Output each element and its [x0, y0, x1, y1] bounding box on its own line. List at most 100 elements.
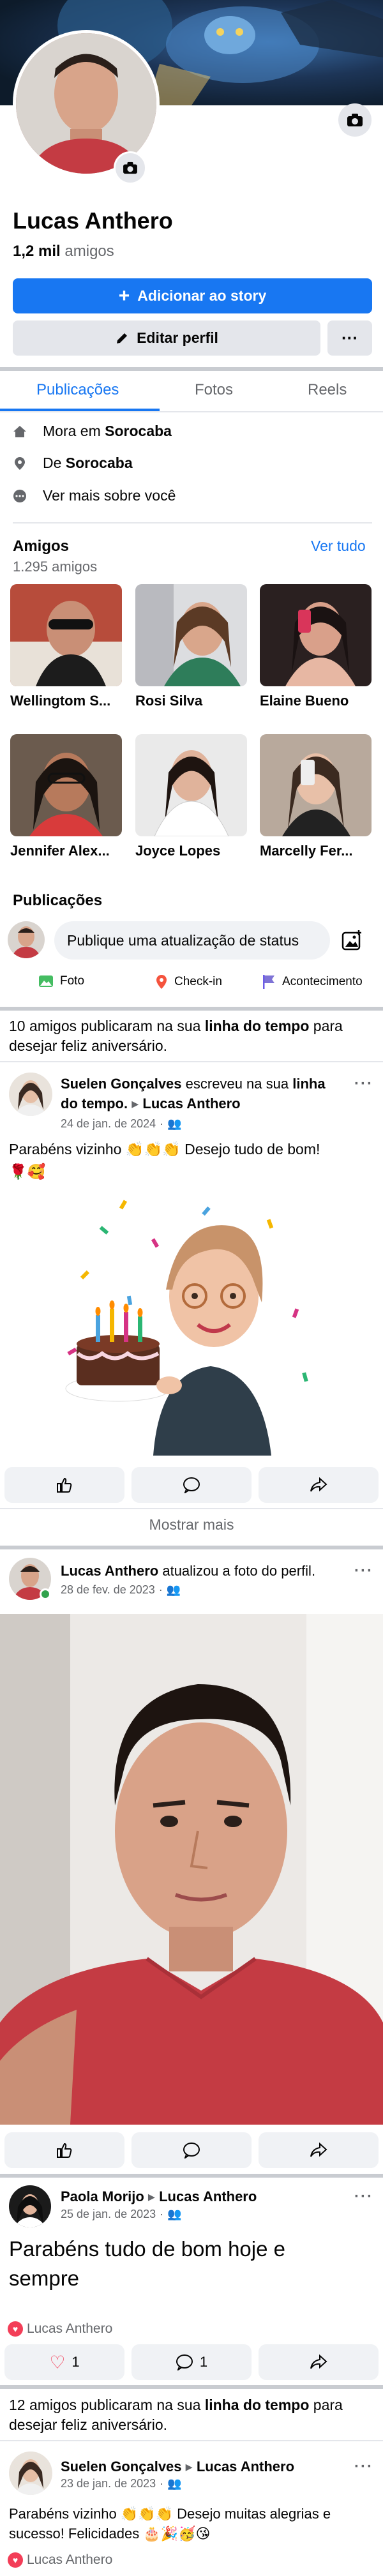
friends-count-label: amigos	[64, 243, 114, 260]
divider	[0, 2440, 383, 2441]
edit-profile-button[interactable]: Editar perfil	[13, 320, 320, 356]
posts-title: Publicações	[13, 892, 103, 909]
share-icon	[310, 2143, 327, 2157]
timeline-link[interactable]: linha do tempo	[205, 1018, 310, 1034]
post-header: Paola Morijo ▸ Lucas Anthero	[61, 2187, 342, 2206]
friend-name[interactable]: Elaine Bueno	[260, 693, 372, 709]
friends-count[interactable]: 1,2 mil amigos	[13, 243, 114, 260]
friend-photo[interactable]	[135, 584, 247, 686]
friend-name[interactable]: Rosi Silva	[135, 693, 247, 709]
friend-name[interactable]: Jennifer Alex...	[10, 843, 122, 859]
friend-photo[interactable]	[260, 734, 372, 836]
post-target[interactable]: Lucas Anthero	[142, 1096, 240, 1111]
friend-name[interactable]: Wellingtom S...	[10, 693, 122, 709]
divider	[0, 1007, 383, 1011]
author-avatar[interactable]	[9, 1073, 52, 1116]
reactions-summary[interactable]: ♥ Lucas Anthero	[8, 2552, 112, 2568]
friend-photo[interactable]	[135, 734, 247, 836]
share-button[interactable]	[259, 1467, 379, 1503]
post-author[interactable]: Paola Morijo	[61, 2188, 144, 2204]
photo-action[interactable]: Foto	[38, 974, 84, 988]
post-emojis: 🌹🥰	[9, 1163, 46, 1180]
post-options-icon[interactable]: ···	[354, 2458, 373, 2476]
see-more-about: Ver mais sobre você	[43, 487, 176, 504]
cover-camera-button[interactable]	[338, 103, 372, 137]
checkin-action-label: Check-in	[174, 975, 222, 988]
home-icon	[13, 425, 26, 437]
love-button[interactable]: ♡ 1	[4, 2344, 124, 2380]
post-date[interactable]: 23 de jan. de 2023	[61, 2477, 156, 2490]
share-button[interactable]	[259, 2132, 379, 2168]
plus-icon: +	[118, 285, 130, 306]
comment-button[interactable]	[131, 1467, 252, 1503]
post-date[interactable]: 25 de jan. de 2023	[61, 2208, 156, 2221]
like-button[interactable]	[4, 1467, 124, 1503]
more-options-button[interactable]: ···	[327, 320, 372, 356]
post-options-icon[interactable]: ···	[354, 1562, 373, 1580]
composer-avatar[interactable]	[8, 921, 45, 958]
arrow-icon: ▸	[147, 2188, 155, 2204]
post-options-icon[interactable]: ···	[354, 2188, 373, 2206]
add-story-button[interactable]: + Adicionar ao story	[13, 278, 372, 313]
friend-card[interactable]: Wellingtom S...	[10, 584, 122, 709]
photo-gallery-icon[interactable]	[342, 929, 363, 951]
heart-reaction-icon: ♥	[8, 2552, 23, 2568]
post-photo[interactable]	[0, 1614, 383, 2125]
friend-photo[interactable]	[10, 584, 122, 686]
post-target[interactable]: Lucas Anthero	[159, 2188, 257, 2204]
from-prefix: De	[43, 455, 62, 471]
friend-name[interactable]: Joyce Lopes	[135, 843, 247, 859]
post-target[interactable]: Lucas Anthero	[197, 2459, 294, 2474]
author-avatar[interactable]	[9, 2185, 51, 2227]
birthday-sticker[interactable]	[51, 1181, 332, 1456]
post-options-icon[interactable]: ···	[354, 1075, 373, 1093]
post-date[interactable]: 24 de jan. de 2024	[61, 1117, 156, 1131]
birthday-summary-prefix: 12 amigos publicaram na sua	[9, 2397, 201, 2413]
friend-card[interactable]: Joyce Lopes	[135, 734, 247, 859]
avatar-camera-button[interactable]	[114, 151, 147, 185]
more-dots-icon: ···	[342, 328, 358, 347]
birthday-summary-prefix: 10 amigos publicaram na sua	[9, 1018, 201, 1034]
friend-card[interactable]: Elaine Bueno	[260, 584, 372, 709]
post-author[interactable]: Suelen Gonçalves	[61, 2459, 182, 2474]
divider	[0, 1508, 383, 1509]
photo-icon	[39, 975, 53, 987]
checkin-action[interactable]: Check-in	[155, 974, 222, 990]
friend-name[interactable]: Marcelly Fer...	[260, 843, 372, 859]
post-author[interactable]: Lucas Anthero	[61, 1563, 158, 1579]
show-more-link[interactable]: Mostrar mais	[0, 1516, 383, 1533]
reactions-summary[interactable]: ♥ Lucas Anthero	[8, 2321, 112, 2337]
tab-fotos[interactable]: Fotos	[195, 381, 233, 399]
liked-by: Lucas Anthero	[27, 2552, 113, 2567]
status-input[interactable]: Publique uma atualização de status	[54, 921, 330, 960]
share-button[interactable]	[259, 2344, 379, 2380]
comment-icon	[183, 1477, 200, 1493]
birthday-summary: 12 amigos publicaram na sua linha do tem…	[9, 2395, 373, 2435]
flag-icon	[263, 975, 274, 989]
lives-city[interactable]: Sorocaba	[105, 423, 172, 439]
friend-photo[interactable]	[10, 734, 122, 836]
comment-button[interactable]: 1	[131, 2344, 252, 2380]
about-see-more[interactable]: Ver mais sobre você	[13, 487, 176, 504]
life-event-action[interactable]: Acontecimento	[262, 974, 363, 990]
tab-reels[interactable]: Reels	[308, 381, 347, 399]
friend-photo[interactable]	[260, 584, 372, 686]
friend-card[interactable]: Rosi Silva	[135, 584, 247, 709]
divider	[0, 2174, 383, 2178]
comment-button[interactable]	[131, 2132, 252, 2168]
post-author[interactable]: Suelen Gonçalves	[61, 1076, 182, 1092]
see-all-friends-link[interactable]: Ver tudo	[311, 538, 366, 555]
author-avatar[interactable]	[9, 2452, 52, 2495]
friend-card[interactable]: Marcelly Fer...	[260, 734, 372, 859]
like-button[interactable]	[4, 2132, 124, 2168]
post-verb: escreveu na sua	[185, 1076, 289, 1092]
tab-publicacoes[interactable]: Publicações	[36, 381, 119, 399]
friend-card[interactable]: Jennifer Alex...	[10, 734, 122, 859]
divider	[0, 411, 383, 412]
comment-icon	[183, 2143, 200, 2158]
from-city[interactable]: Sorocaba	[66, 455, 133, 471]
more-circle-icon	[13, 489, 26, 502]
timeline-link[interactable]: linha do tempo	[205, 2397, 310, 2413]
post-date[interactable]: 28 de fev. de 2023	[61, 1583, 155, 1597]
post-header: Suelen Gonçalves ▸ Lucas Anthero	[61, 2457, 342, 2476]
